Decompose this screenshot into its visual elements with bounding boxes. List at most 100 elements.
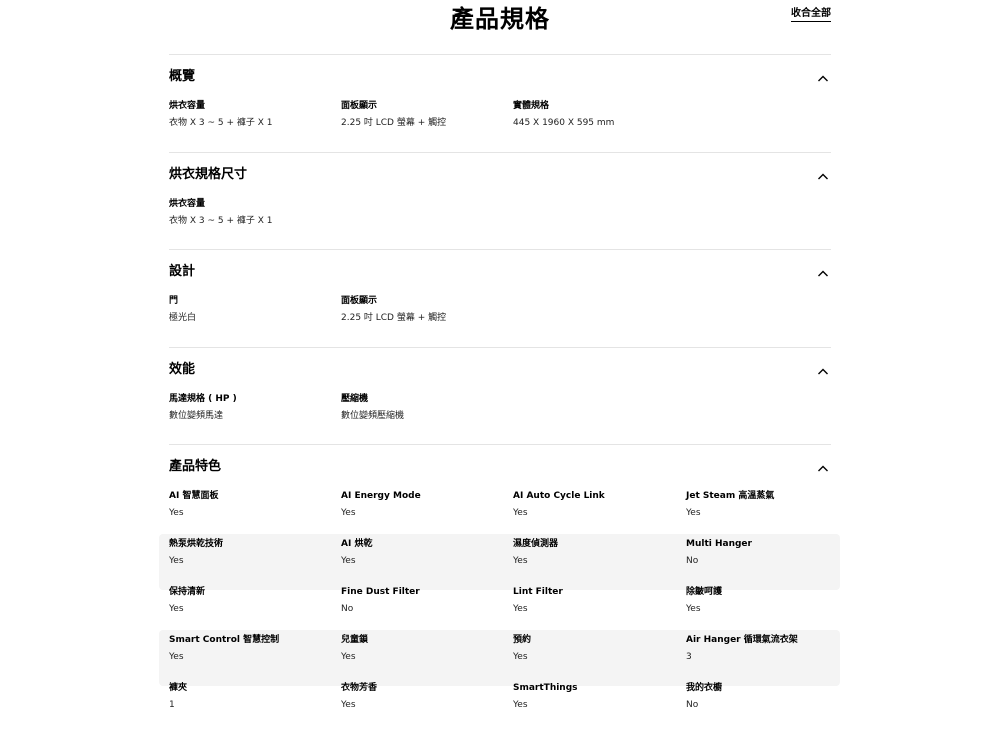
spec-item: Smart Control 智慧控制 Yes bbox=[169, 634, 339, 664]
spec-row: 保持清新 Yes Fine Dust Filter No Lint Filter Yes 除… bbox=[169, 586, 831, 634]
spec-row: 馬達規格 ( HP ) 數位變頻馬達 壓縮機數位變頻壓縮機 bbox=[169, 393, 831, 441]
spec-row: Smart Control 智慧控制 Yes 兒童鎖 Yes 預約 Yes Air Hang… bbox=[159, 630, 840, 686]
spec-section: 烘衣規格尺寸烘衣容量衣物 X 3 ~ 5 + 褲子 X 1 bbox=[169, 152, 831, 246]
spec-item: AI 烘乾 Yes bbox=[341, 538, 511, 568]
spec-item: 面板顯示 2.25 吋 LCD 螢幕 + 觸控 bbox=[341, 295, 511, 325]
spec-label: 壓縮機 bbox=[341, 394, 369, 404]
spec-row: 烘衣容量衣物 X 3 ~ 5 + 褲子 X 1 bbox=[169, 198, 831, 246]
spec-item: 門極光白 bbox=[169, 295, 339, 325]
section-title: 烘衣規格尺寸 bbox=[169, 167, 248, 182]
spec-label: 烘衣容量 bbox=[169, 199, 206, 209]
spec-value: Yes bbox=[169, 604, 184, 614]
spec-item: 烘衣容量 衣物 X 3 ~ 5 + 褲子 X 1 bbox=[169, 100, 339, 130]
spec-value: 3 bbox=[686, 652, 692, 662]
section-header[interactable]: 效能 bbox=[169, 348, 831, 393]
spec-value: Yes bbox=[341, 556, 356, 566]
section-header[interactable]: 產品特色 bbox=[169, 445, 831, 490]
spec-label: 實體規格 bbox=[513, 101, 550, 111]
chevron-up-icon[interactable] bbox=[817, 265, 829, 277]
spec-value: Yes bbox=[513, 604, 528, 614]
spec-label: 除皺呵護 bbox=[686, 587, 723, 597]
spec-label: 褲夾 bbox=[169, 683, 188, 693]
section-header[interactable]: 概覽 bbox=[169, 55, 831, 100]
chevron-up-icon[interactable] bbox=[817, 70, 829, 82]
spec-value: 數位變頻馬達 bbox=[169, 411, 224, 421]
spec-item: 衣物芳香 Yes bbox=[341, 682, 511, 712]
spec-value: 衣物 X 3 ~ 5 + 褲子 X 1 bbox=[169, 118, 273, 128]
spec-item: 熱泵烘乾技術 Yes bbox=[169, 538, 339, 568]
section-header[interactable]: 烘衣規格尺寸 bbox=[169, 153, 831, 198]
chevron-up-icon[interactable] bbox=[817, 460, 829, 472]
spec-row: 熱泵烘乾技術 Yes AI 烘乾 Yes 濕度偵測器 Yes Multi Hanger No bbox=[159, 534, 840, 590]
spec-section: 設計門極光白 面板顯示 2.25 吋 LCD 螢幕 + 觸控 bbox=[169, 249, 831, 343]
spec-item: SmartThings Yes bbox=[513, 682, 683, 712]
spec-label: AI Auto Cycle Link bbox=[513, 491, 605, 501]
spec-label: 面板顯示 bbox=[341, 101, 378, 111]
spec-value: No bbox=[341, 604, 354, 614]
spec-item: 壓縮機數位變頻壓縮機 bbox=[341, 393, 511, 423]
spec-label: Multi Hanger bbox=[686, 539, 752, 549]
spec-row: 門極光白 面板顯示 2.25 吋 LCD 螢幕 + 觸控 bbox=[169, 295, 831, 343]
spec-row: 烘衣容量 衣物 X 3 ~ 5 + 褲子 X 1 面板顯示 2.25 吋 LCD 螢幕… bbox=[169, 100, 831, 148]
spec-item: 我的衣櫥 No bbox=[686, 682, 856, 712]
section-title: 設計 bbox=[169, 264, 196, 279]
spec-item: 馬達規格 ( HP ) 數位變頻馬達 bbox=[169, 393, 339, 423]
spec-item: AI Energy Mode Yes bbox=[341, 490, 511, 520]
spec-value: 1 bbox=[169, 700, 175, 710]
spec-value: Yes bbox=[513, 508, 528, 518]
spec-section: 效能馬達規格 ( HP ) 數位變頻馬達 壓縮機數位變頻壓縮機 bbox=[169, 347, 831, 441]
spec-label: 保持清新 bbox=[169, 587, 206, 597]
spec-value: 2.25 吋 LCD 螢幕 + 觸控 bbox=[341, 118, 447, 128]
spec-item: 面板顯示 2.25 吋 LCD 螢幕 + 觸控 bbox=[341, 100, 511, 130]
spec-value: Yes bbox=[341, 652, 356, 662]
spec-value: No bbox=[686, 556, 699, 566]
spec-value: Yes bbox=[513, 556, 528, 566]
spec-label: AI 烘乾 bbox=[341, 539, 373, 549]
spec-label: Fine Dust Filter bbox=[341, 587, 420, 597]
chevron-up-icon[interactable] bbox=[817, 168, 829, 180]
spec-item: Multi Hanger No bbox=[686, 538, 856, 568]
spec-label: 衣物芳香 bbox=[341, 683, 378, 693]
spec-section: 產品特色 AI 智慧面板 Yes AI Energy Mode Yes AI Auto C… bbox=[159, 444, 840, 730]
spec-section: 概覽烘衣容量 衣物 X 3 ~ 5 + 褲子 X 1 面板顯示 2.25 吋 LCD … bbox=[169, 54, 831, 148]
spec-value: 極光白 bbox=[169, 313, 197, 323]
spec-value: Yes bbox=[169, 652, 184, 662]
spec-item: 褲夾 1 bbox=[169, 682, 339, 712]
spec-item: 濕度偵測器 Yes bbox=[513, 538, 683, 568]
spec-value: 衣物 X 3 ~ 5 + 褲子 X 1 bbox=[169, 216, 273, 226]
spec-item: AI Auto Cycle Link Yes bbox=[513, 490, 683, 520]
spec-value: Yes bbox=[513, 700, 528, 710]
spec-label: Lint Filter bbox=[513, 587, 563, 597]
spec-label: AI 智慧面板 bbox=[169, 491, 219, 501]
section-title: 概覽 bbox=[169, 69, 196, 84]
spec-item: 預約 Yes bbox=[513, 634, 683, 664]
spec-label: AI Energy Mode bbox=[341, 491, 421, 501]
spec-label: Air Hanger 循環氣流衣架 bbox=[686, 635, 798, 645]
spec-label: 濕度偵測器 bbox=[513, 539, 559, 549]
spec-label: Smart Control 智慧控制 bbox=[169, 635, 280, 645]
section-title: 效能 bbox=[169, 362, 196, 377]
spec-item: Fine Dust Filter No bbox=[341, 586, 511, 616]
spec-value: 數位變頻壓縮機 bbox=[341, 411, 405, 421]
spec-value: Yes bbox=[513, 652, 528, 662]
spec-label: 面板顯示 bbox=[341, 296, 378, 306]
section-title: 產品特色 bbox=[169, 459, 222, 474]
spec-value: No bbox=[686, 700, 699, 710]
spec-value: Yes bbox=[341, 508, 356, 518]
chevron-up-icon[interactable] bbox=[817, 363, 829, 375]
spec-item: Lint Filter Yes bbox=[513, 586, 683, 616]
spec-item: 保持清新 Yes bbox=[169, 586, 339, 616]
spec-value: Yes bbox=[169, 556, 184, 566]
page-title: 產品規格 bbox=[450, 5, 550, 33]
spec-label: 我的衣櫥 bbox=[686, 683, 723, 693]
spec-item: 烘衣容量衣物 X 3 ~ 5 + 褲子 X 1 bbox=[169, 198, 339, 228]
collapse-all-link[interactable]: 收合全部 bbox=[791, 7, 831, 22]
spec-item: 除皺呵護 Yes bbox=[686, 586, 856, 616]
spec-value: 445 X 1960 X 595 mm bbox=[513, 118, 615, 128]
spec-label: 熱泵烘乾技術 bbox=[169, 539, 224, 549]
spec-item: Jet Steam 高溫蒸氣 Yes bbox=[686, 490, 856, 520]
spec-item: 兒童鎖 Yes bbox=[341, 634, 511, 664]
spec-value: 2.25 吋 LCD 螢幕 + 觸控 bbox=[341, 313, 447, 323]
spec-label: 馬達規格 ( HP ) bbox=[169, 394, 237, 404]
section-header[interactable]: 設計 bbox=[169, 250, 831, 295]
